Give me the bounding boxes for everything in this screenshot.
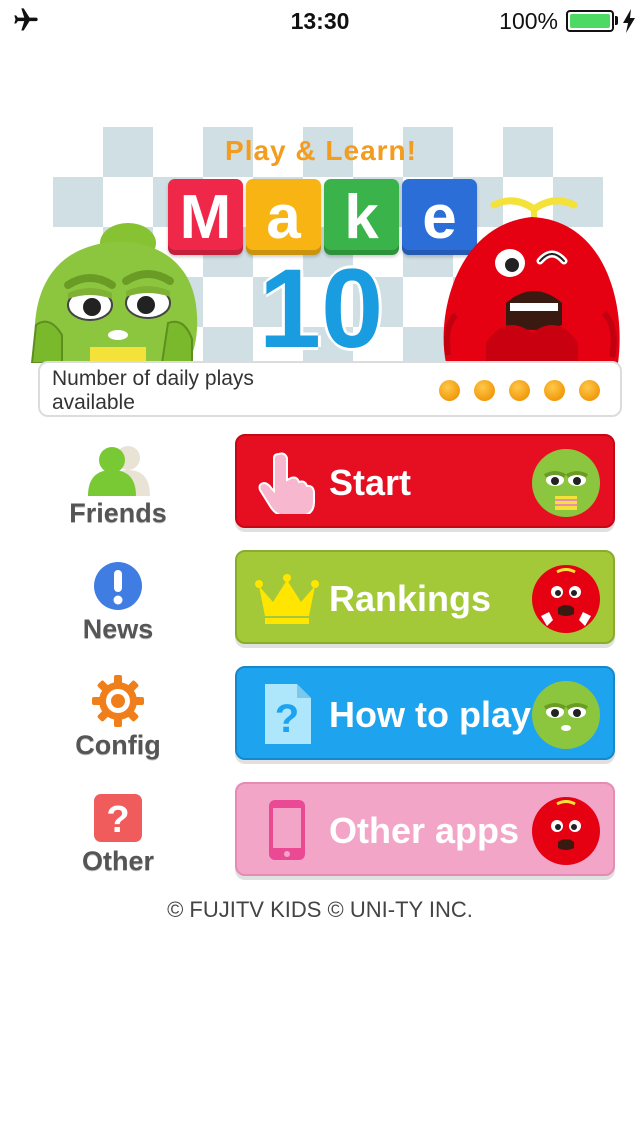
nav-friends[interactable]: Friends	[40, 444, 196, 529]
red-mascot-illustration	[443, 197, 620, 363]
play-dot	[474, 380, 495, 401]
button-label: How to play	[329, 694, 532, 735]
battery-fill	[570, 14, 610, 28]
battery-tip	[615, 16, 618, 25]
button-label: Rankings	[329, 578, 492, 619]
title-tile: a	[246, 179, 321, 255]
title-tile: k	[324, 179, 399, 255]
nav-label: News	[82, 614, 154, 644]
question-icon: ?	[94, 794, 142, 842]
button-label: Other apps	[329, 810, 520, 851]
daily-plays-panel: Number of daily plays available	[38, 361, 622, 417]
play-dot	[509, 380, 530, 401]
start-button[interactable]: Start	[235, 434, 615, 528]
status-bar: 13:30 100%	[0, 0, 640, 40]
copyright-text: © FUJITV KIDS © UNI-TY INC.	[167, 897, 473, 922]
play-dot	[544, 380, 565, 401]
charging-bolt-icon	[623, 9, 635, 33]
green-mascot-face-icon	[532, 449, 600, 517]
play-dot	[579, 380, 600, 401]
tagline: Play & Learn!	[225, 135, 417, 166]
nav-label: Config	[75, 730, 161, 760]
green-mascot-face-icon	[532, 681, 600, 749]
play-dot	[439, 380, 460, 401]
crown-icon	[255, 574, 319, 624]
nav-news[interactable]: News	[40, 560, 196, 645]
gear-icon	[92, 675, 144, 727]
battery-percent: 100%	[499, 8, 558, 34]
pointing-hand-icon	[258, 452, 315, 514]
title-tiles: M a k e	[168, 179, 477, 255]
help-document-icon: ?	[265, 684, 311, 744]
other-apps-button[interactable]: Other apps	[235, 782, 615, 876]
green-mascot-illustration	[30, 223, 198, 363]
daily-plays-indicator	[439, 380, 600, 401]
exclamation-icon	[94, 562, 142, 610]
how-to-play-button[interactable]: ? How to play	[235, 666, 615, 760]
smartphone-icon	[269, 800, 305, 860]
nav-config[interactable]: Config	[40, 674, 196, 761]
rankings-button[interactable]: Rankings	[235, 550, 615, 644]
battery-icon	[566, 10, 614, 32]
red-mascot-face-icon	[532, 797, 600, 865]
svg-text:?: ?	[275, 697, 299, 741]
svg-text:?: ?	[106, 799, 129, 841]
button-label: Start	[329, 462, 412, 503]
daily-plays-label: Number of daily plays available	[52, 367, 254, 414]
nav-label: Friends	[69, 498, 167, 528]
red-mascot-face-icon	[532, 565, 600, 633]
title-banner: Play & Learn! M a k e 10 Number of daily…	[30, 127, 622, 419]
nav-label: Other	[81, 846, 154, 876]
nav-other[interactable]: ? Other	[40, 792, 196, 877]
friends-icon	[88, 446, 150, 496]
